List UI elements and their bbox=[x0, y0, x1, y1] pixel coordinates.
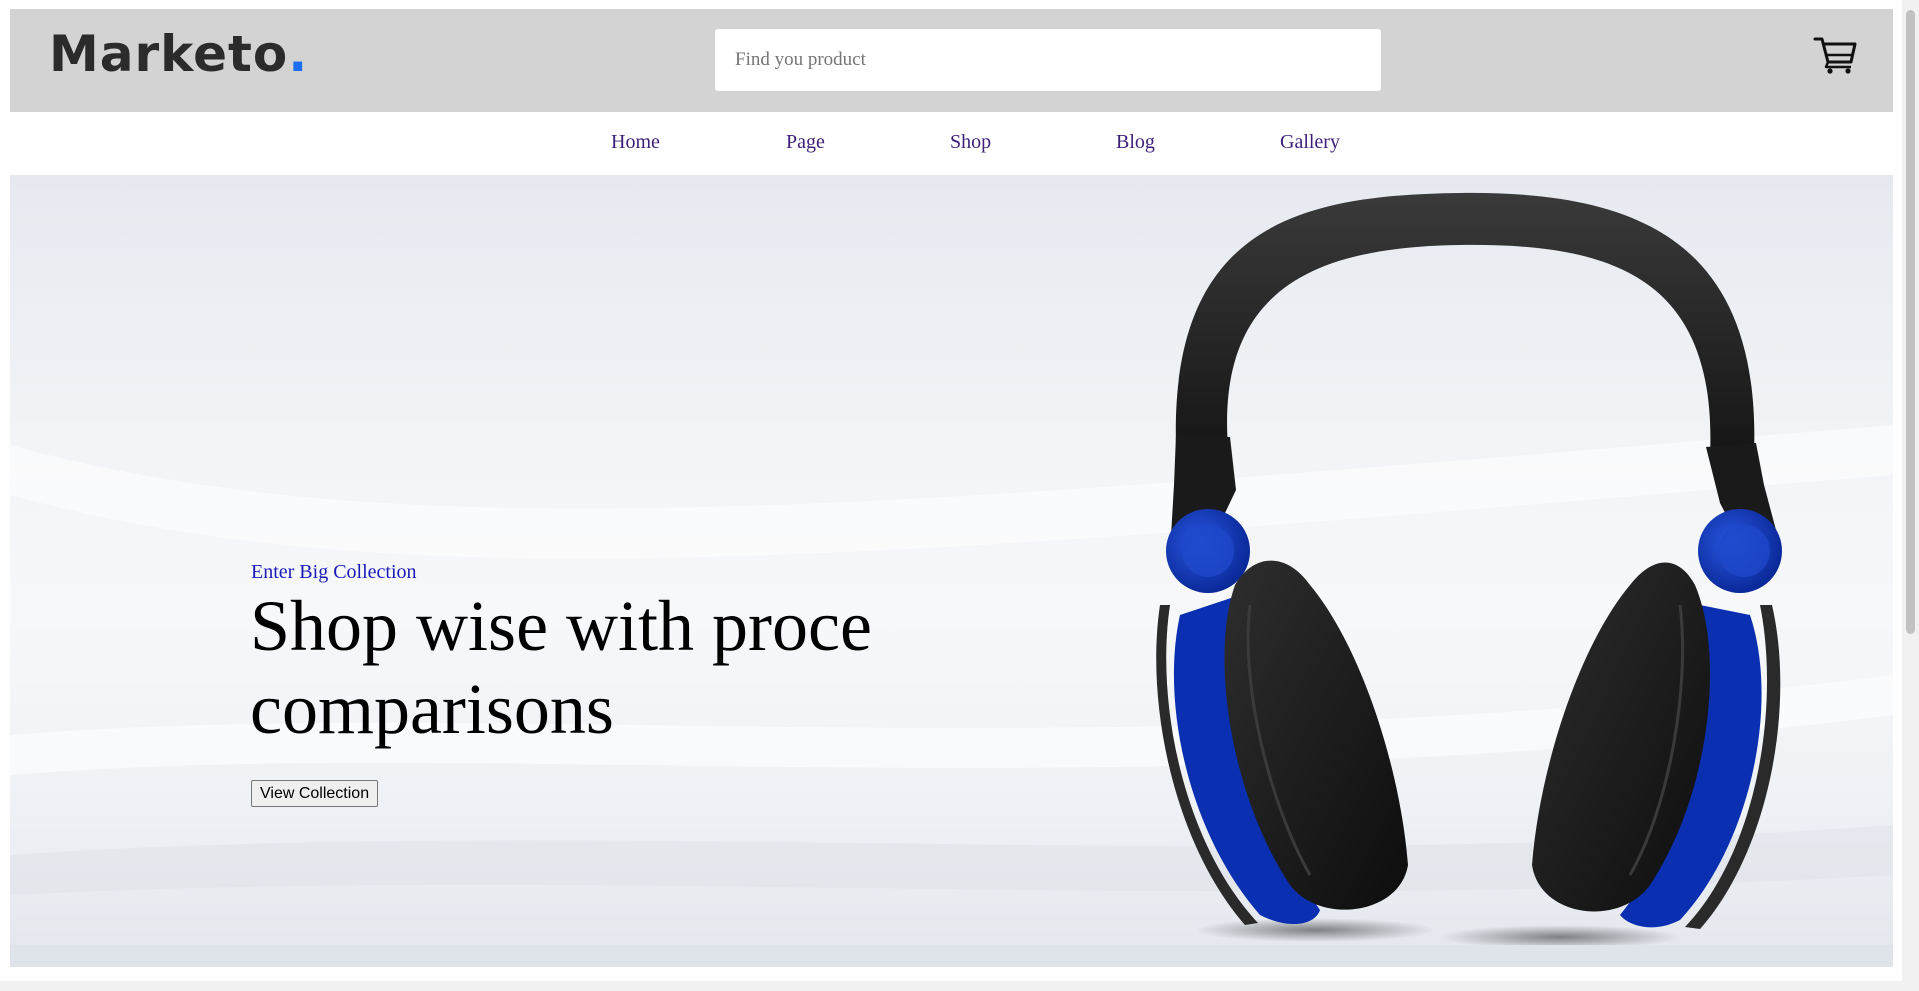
scrollbar-thumb[interactable] bbox=[1906, 10, 1915, 634]
search-input[interactable] bbox=[715, 29, 1381, 91]
logo-dot: . bbox=[288, 25, 309, 83]
headphones-image bbox=[1156, 192, 1782, 949]
hero-headline: Shop wise with proce comparisons bbox=[250, 586, 872, 749]
nav-page[interactable]: Page bbox=[786, 132, 825, 152]
main-nav: Home Page Shop Blog Gallery bbox=[10, 112, 1893, 175]
horizontal-scrollbar[interactable] bbox=[0, 981, 1902, 991]
nav-blog[interactable]: Blog bbox=[1116, 132, 1155, 152]
site-logo[interactable]: Marketo. bbox=[49, 29, 308, 79]
hero-banner: Enter Big Collection Shop wise with proc… bbox=[10, 175, 1893, 967]
site-header: Marketo. bbox=[10, 9, 1893, 112]
nav-shop[interactable]: Shop bbox=[950, 132, 991, 152]
logo-text: Marketo bbox=[49, 25, 289, 83]
view-collection-button[interactable]: View Collection bbox=[251, 780, 379, 807]
shopping-cart-icon[interactable] bbox=[1813, 35, 1857, 75]
hero-bottom-band bbox=[10, 945, 1893, 967]
nav-gallery[interactable]: Gallery bbox=[1280, 132, 1340, 152]
page: Marketo. Home Page Shop Blog Gallery Ent… bbox=[10, 9, 1893, 991]
nav-home[interactable]: Home bbox=[611, 132, 660, 152]
hero-eyebrow: Enter Big Collection bbox=[251, 561, 417, 583]
vertical-scrollbar[interactable] bbox=[1902, 0, 1919, 991]
